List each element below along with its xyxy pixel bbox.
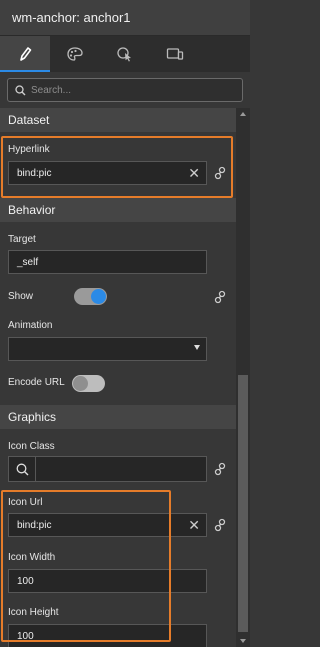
search-icon xyxy=(15,84,26,95)
icon-width-label: Icon Width xyxy=(8,552,56,563)
icon-url-field[interactable]: bind:pic ✕ xyxy=(8,513,207,537)
properties-content: Dataset Hyperlink bind:pic ✕ Behavior Ta… xyxy=(0,108,236,647)
hyperlink-field[interactable]: bind:pic ✕ xyxy=(8,161,207,185)
scrollbar[interactable] xyxy=(236,108,250,647)
tab-properties[interactable] xyxy=(0,36,50,72)
pointer-gear-icon xyxy=(117,47,131,62)
target-value: _self xyxy=(17,256,39,268)
section-behavior[interactable]: Behavior xyxy=(0,198,236,222)
scroll-down-icon[interactable] xyxy=(240,639,246,643)
target-label: Target xyxy=(8,234,36,245)
show-toggle[interactable] xyxy=(74,288,107,305)
panel-title: wm-anchor: anchor1 xyxy=(0,0,250,36)
palette-icon xyxy=(67,47,83,61)
bind-link-icon[interactable] xyxy=(213,518,227,532)
bind-link-icon[interactable] xyxy=(213,290,227,304)
scroll-thumb[interactable] xyxy=(238,375,248,632)
devices-icon xyxy=(166,48,184,60)
animation-select[interactable] xyxy=(8,337,207,361)
encode-url-toggle[interactable] xyxy=(72,375,105,392)
tab-events[interactable] xyxy=(100,36,150,72)
pencil-icon xyxy=(20,47,32,61)
search-box[interactable] xyxy=(7,78,243,102)
dropdown-arrow-icon xyxy=(194,345,200,350)
animation-label: Animation xyxy=(8,320,53,331)
tab-styles[interactable] xyxy=(50,36,100,72)
icon-height-field[interactable]: 100 xyxy=(8,624,207,647)
section-dataset[interactable]: Dataset xyxy=(0,108,236,132)
scroll-up-icon[interactable] xyxy=(240,112,246,116)
clear-icon[interactable]: ✕ xyxy=(188,166,200,180)
clear-icon[interactable]: ✕ xyxy=(188,518,200,532)
icon-url-label: Icon Url xyxy=(8,497,43,508)
icon-height-label: Icon Height xyxy=(8,607,59,618)
hyperlink-value: bind:pic xyxy=(17,167,52,179)
hyperlink-label: Hyperlink xyxy=(8,144,50,155)
icon-url-value: bind:pic xyxy=(17,519,52,531)
icon-picker-button[interactable] xyxy=(9,457,36,481)
icon-width-value: 100 xyxy=(17,575,34,587)
show-label: Show xyxy=(8,291,34,302)
property-tabs xyxy=(0,36,250,72)
target-field[interactable]: _self xyxy=(8,250,207,274)
search-input[interactable] xyxy=(31,84,231,96)
icon-class-field[interactable] xyxy=(8,456,207,482)
icon-width-field[interactable]: 100 xyxy=(8,569,207,593)
icon-height-value: 100 xyxy=(17,630,34,642)
toggle-knob xyxy=(91,289,106,304)
section-graphics[interactable]: Graphics xyxy=(0,405,236,429)
bind-link-icon[interactable] xyxy=(213,462,227,476)
encode-url-label: Encode URL xyxy=(8,377,65,388)
bind-link-icon[interactable] xyxy=(213,166,227,180)
icon-class-label: Icon Class xyxy=(8,441,55,452)
search-bar xyxy=(0,72,250,108)
toggle-knob xyxy=(73,376,88,391)
search-icon xyxy=(16,463,28,475)
tab-device[interactable] xyxy=(150,36,200,72)
